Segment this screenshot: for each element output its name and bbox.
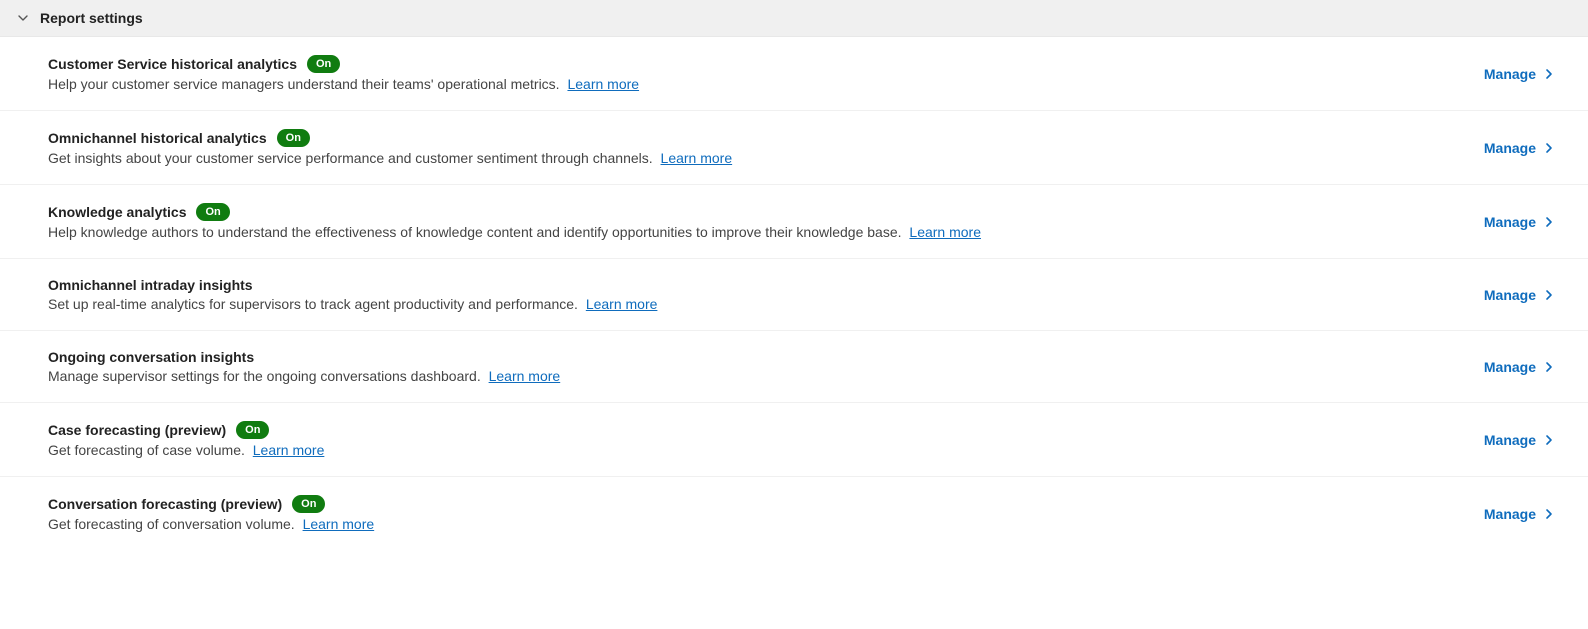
- setting-row: Omnichannel intraday insights Set up real…: [0, 259, 1588, 331]
- setting-title-line: Case forecasting (preview) On: [48, 421, 1468, 439]
- setting-row-content: Case forecasting (preview) On Get forecast…: [48, 421, 1468, 458]
- learn-more-link[interactable]: Learn more: [661, 150, 733, 166]
- setting-description-text: Help your customer service managers unde…: [48, 76, 560, 92]
- manage-button[interactable]: Manage: [1468, 136, 1556, 160]
- setting-description: Get insights about your customer service…: [48, 150, 1468, 166]
- setting-row-content: Omnichannel historical analytics On Get in…: [48, 129, 1468, 166]
- setting-description: Manage supervisor settings for the ongoi…: [48, 368, 1468, 384]
- manage-button[interactable]: Manage: [1468, 428, 1556, 452]
- manage-label: Manage: [1484, 140, 1536, 156]
- manage-button[interactable]: Manage: [1468, 355, 1556, 379]
- setting-description: Get forecasting of conversation volume. …: [48, 516, 1468, 532]
- setting-row-content: Knowledge analytics On Help knowledge auth…: [48, 203, 1468, 240]
- setting-title-line: Omnichannel intraday insights: [48, 277, 1468, 293]
- status-badge-on: On: [307, 55, 340, 73]
- manage-button[interactable]: Manage: [1468, 502, 1556, 526]
- chevron-right-icon: [1542, 67, 1556, 81]
- manage-label: Manage: [1484, 432, 1536, 448]
- setting-title: Case forecasting (preview): [48, 422, 226, 438]
- setting-title: Ongoing conversation insights: [48, 349, 254, 365]
- chevron-down-icon: [16, 11, 30, 25]
- setting-description-text: Manage supervisor settings for the ongoi…: [48, 368, 481, 384]
- status-badge-on: On: [236, 421, 269, 439]
- manage-button[interactable]: Manage: [1468, 283, 1556, 307]
- setting-row: Ongoing conversation insights Manage supe…: [0, 331, 1588, 403]
- setting-row-content: Omnichannel intraday insights Set up real…: [48, 277, 1468, 312]
- setting-description-text: Set up real-time analytics for superviso…: [48, 296, 578, 312]
- setting-title-line: Knowledge analytics On: [48, 203, 1468, 221]
- setting-title-line: Customer Service historical analytics On: [48, 55, 1468, 73]
- status-badge-on: On: [277, 129, 310, 147]
- setting-row: Conversation forecasting (preview) On Get …: [0, 477, 1588, 550]
- manage-label: Manage: [1484, 214, 1536, 230]
- setting-description: Set up real-time analytics for superviso…: [48, 296, 1468, 312]
- setting-title: Omnichannel intraday insights: [48, 277, 253, 293]
- setting-row-content: Customer Service historical analytics On H…: [48, 55, 1468, 92]
- setting-row-content: Ongoing conversation insights Manage supe…: [48, 349, 1468, 384]
- section-header[interactable]: Report settings: [0, 0, 1588, 37]
- setting-description: Help knowledge authors to understand the…: [48, 224, 1468, 240]
- setting-title-line: Omnichannel historical analytics On: [48, 129, 1468, 147]
- chevron-right-icon: [1542, 433, 1556, 447]
- chevron-right-icon: [1542, 507, 1556, 521]
- setting-title-line: Ongoing conversation insights: [48, 349, 1468, 365]
- setting-title: Omnichannel historical analytics: [48, 130, 267, 146]
- setting-row: Customer Service historical analytics On H…: [0, 37, 1588, 111]
- chevron-right-icon: [1542, 360, 1556, 374]
- settings-list: Customer Service historical analytics On H…: [0, 37, 1588, 550]
- learn-more-link[interactable]: Learn more: [586, 296, 658, 312]
- section-title: Report settings: [40, 10, 143, 26]
- setting-description-text: Get insights about your customer service…: [48, 150, 653, 166]
- setting-title: Knowledge analytics: [48, 204, 186, 220]
- learn-more-link[interactable]: Learn more: [303, 516, 375, 532]
- setting-title: Customer Service historical analytics: [48, 56, 297, 72]
- manage-label: Manage: [1484, 287, 1536, 303]
- manage-label: Manage: [1484, 506, 1536, 522]
- setting-row-content: Conversation forecasting (preview) On Get …: [48, 495, 1468, 532]
- manage-button[interactable]: Manage: [1468, 62, 1556, 86]
- setting-description: Help your customer service managers unde…: [48, 76, 1468, 92]
- setting-description-text: Get forecasting of conversation volume.: [48, 516, 295, 532]
- status-badge-on: On: [292, 495, 325, 513]
- learn-more-link[interactable]: Learn more: [909, 224, 981, 240]
- setting-description-text: Help knowledge authors to understand the…: [48, 224, 902, 240]
- setting-row: Knowledge analytics On Help knowledge auth…: [0, 185, 1588, 259]
- manage-button[interactable]: Manage: [1468, 210, 1556, 234]
- setting-title-line: Conversation forecasting (preview) On: [48, 495, 1468, 513]
- chevron-right-icon: [1542, 215, 1556, 229]
- setting-description: Get forecasting of case volume. Learn mo…: [48, 442, 1468, 458]
- learn-more-link[interactable]: Learn more: [567, 76, 639, 92]
- setting-title: Conversation forecasting (preview): [48, 496, 282, 512]
- setting-description-text: Get forecasting of case volume.: [48, 442, 245, 458]
- manage-label: Manage: [1484, 359, 1536, 375]
- setting-row: Case forecasting (preview) On Get forecast…: [0, 403, 1588, 477]
- learn-more-link[interactable]: Learn more: [489, 368, 561, 384]
- manage-label: Manage: [1484, 66, 1536, 82]
- learn-more-link[interactable]: Learn more: [253, 442, 325, 458]
- chevron-right-icon: [1542, 288, 1556, 302]
- chevron-right-icon: [1542, 141, 1556, 155]
- setting-row: Omnichannel historical analytics On Get in…: [0, 111, 1588, 185]
- status-badge-on: On: [196, 203, 229, 221]
